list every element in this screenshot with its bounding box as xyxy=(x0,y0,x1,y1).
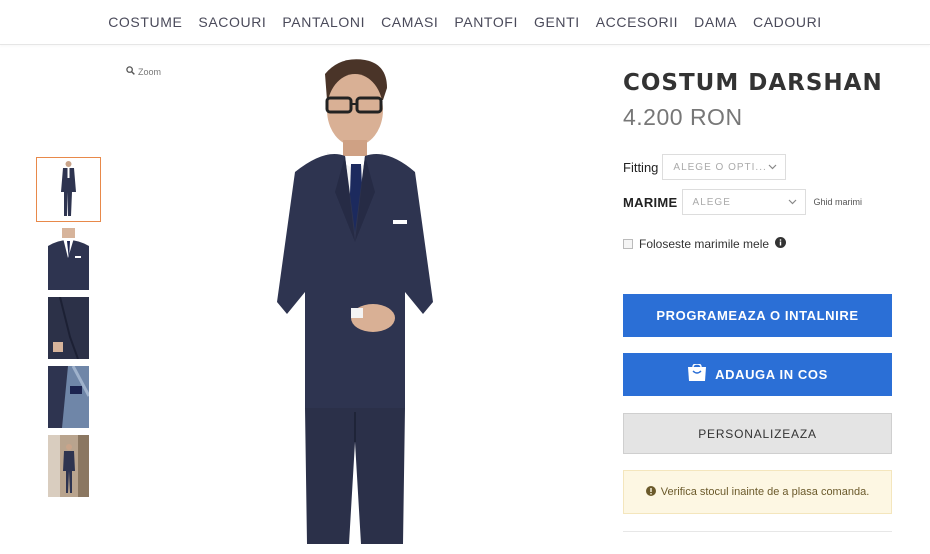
product-price: 4.200 RON xyxy=(623,104,743,130)
fitting-select-value: ALEGE O OPTI... xyxy=(673,161,767,173)
product-main-image[interactable] xyxy=(255,52,455,544)
add-to-cart-button[interactable]: ADAUGA IN COS xyxy=(623,353,892,396)
nav-item-sacouri[interactable]: SACOURI xyxy=(190,14,274,30)
use-my-sizes-label: Foloseste marimile mele xyxy=(639,237,770,251)
nav-item-accesorii[interactable]: ACCESORII xyxy=(588,14,686,30)
zoom-control[interactable]: Zoom xyxy=(126,66,161,77)
thumbnail-list xyxy=(36,157,101,504)
customize-label: PERSONALIZEAZA xyxy=(698,426,817,441)
nav-item-camasi[interactable]: CAMASI xyxy=(373,14,446,30)
fitting-label: Fitting xyxy=(623,159,659,175)
nav-item-dama[interactable]: DAMA xyxy=(686,14,745,30)
thumbnail-full-suit[interactable] xyxy=(36,157,101,222)
chevron-down-icon xyxy=(768,162,777,173)
stock-notice-text: Verifica stocul inainte de a plasa coman… xyxy=(660,486,870,498)
book-appointment-label: PROGRAMEAZA O INTALNIRE xyxy=(656,308,859,323)
nav-item-costume[interactable]: COSTUME xyxy=(100,14,190,30)
nav-item-genti[interactable]: GENTI xyxy=(526,14,588,30)
nav-item-pantofi[interactable]: PANTOFI xyxy=(446,14,526,30)
add-to-cart-label: ADAUGA IN COS xyxy=(715,367,828,382)
zoom-label: Zoom xyxy=(138,66,162,77)
nav-item-cadouri[interactable]: CADOURI xyxy=(745,14,830,30)
thumbnail-lifestyle[interactable] xyxy=(48,435,89,497)
shopping-bag-icon xyxy=(687,363,707,385)
thumbnail-jacket-front[interactable] xyxy=(48,228,89,290)
main-navigation: COSTUME SACOURI PANTALONI CAMASI PANTOFI… xyxy=(0,0,930,45)
size-select-value: ALEGE xyxy=(692,196,731,208)
magnifier-icon xyxy=(126,66,135,77)
thumbnail-fabric-detail[interactable] xyxy=(48,297,89,359)
fitting-select[interactable]: ALEGE O OPTI... xyxy=(662,154,787,180)
info-icon[interactable] xyxy=(775,235,787,253)
customize-button[interactable]: PERSONALIZEAZA xyxy=(623,413,892,454)
book-appointment-button[interactable]: PROGRAMEAZA O INTALNIRE xyxy=(623,294,892,337)
stock-notice: Verifica stocul inainte de a plasa coman… xyxy=(623,470,892,514)
fitting-row: Fitting ALEGE O OPTI... xyxy=(623,154,787,180)
section-divider xyxy=(623,531,892,532)
size-label: MARIME xyxy=(623,194,678,210)
size-guide-link[interactable]: Ghid marimi xyxy=(814,197,863,207)
nav-item-pantaloni[interactable]: PANTALONI xyxy=(274,14,373,30)
use-my-sizes-row: Foloseste marimile mele xyxy=(623,235,787,253)
thumbnail-lining-detail[interactable] xyxy=(48,366,89,428)
product-options: Fitting ALEGE O OPTI... MARIME ALEGE Ghi… xyxy=(623,154,893,554)
product-title: COSTUM DARSHAN xyxy=(623,70,883,96)
exclamation-icon xyxy=(645,485,656,499)
use-my-sizes-checkbox[interactable] xyxy=(623,239,633,249)
size-row: MARIME ALEGE Ghid marimi xyxy=(623,189,862,215)
product-details: COSTUM DARSHAN 4.200 RON xyxy=(623,70,893,131)
size-select[interactable]: ALEGE xyxy=(681,189,806,215)
chevron-down-icon xyxy=(788,197,797,208)
